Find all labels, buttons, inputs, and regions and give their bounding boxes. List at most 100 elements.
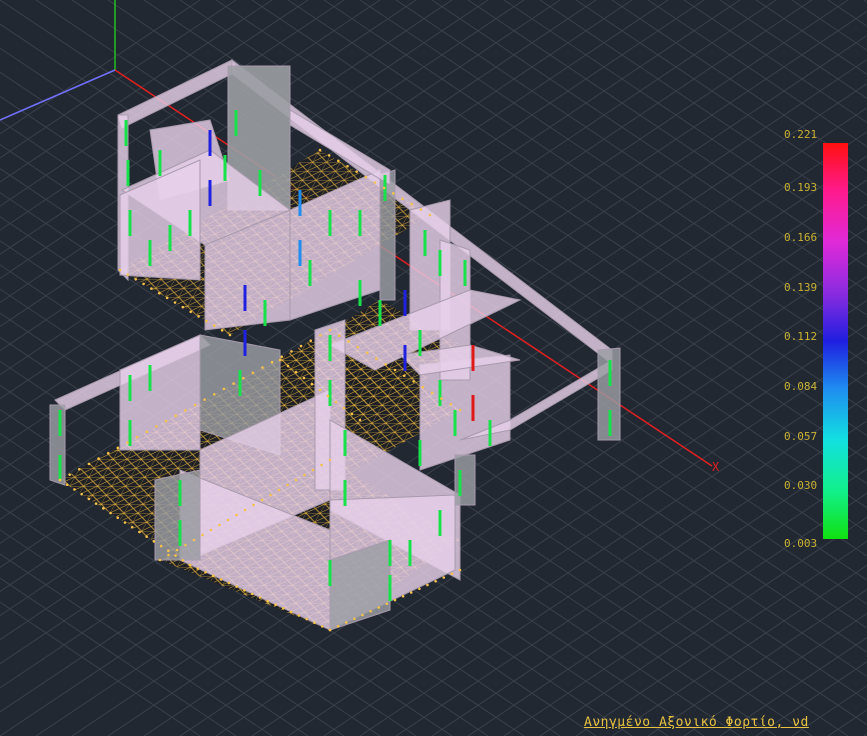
mesh-node — [77, 467, 81, 471]
mesh-node — [196, 567, 200, 570]
legend-label-0: 0.221 — [784, 128, 818, 141]
mesh-node — [205, 319, 208, 323]
mesh-node — [252, 503, 255, 507]
mesh-node — [181, 305, 185, 309]
mesh-node — [434, 579, 437, 583]
mesh-node — [220, 329, 224, 332]
mesh-node — [412, 380, 415, 383]
legend-label-7: 0.030 — [784, 479, 818, 492]
mesh-node — [87, 462, 91, 466]
result-caption: Ανηγμένο Αξονικό Φορτίο, νd — [584, 715, 809, 730]
mesh-node — [458, 568, 462, 572]
mesh-node — [138, 530, 141, 534]
mesh-node — [346, 164, 349, 168]
mesh-node — [218, 523, 221, 527]
mesh-node — [145, 430, 149, 434]
mesh-node — [337, 159, 340, 163]
mesh-node — [430, 391, 434, 395]
mesh-node — [142, 282, 145, 286]
mesh-node — [212, 392, 216, 396]
mesh-node — [385, 602, 389, 606]
legend-label-8: 0.003 — [784, 537, 818, 550]
mesh-node — [458, 408, 462, 412]
x-axis-label: X — [712, 460, 720, 474]
mesh-node — [106, 451, 110, 455]
mesh-node — [344, 621, 348, 624]
mesh-node — [269, 493, 272, 497]
mesh-node — [274, 603, 277, 607]
mesh-node — [65, 483, 69, 487]
mesh-node — [109, 511, 112, 515]
mesh-node — [261, 366, 264, 369]
mesh-node — [164, 419, 168, 423]
mesh-node — [297, 614, 301, 617]
mesh-node — [201, 533, 204, 537]
mesh-node — [327, 154, 331, 157]
mesh-node — [152, 540, 156, 543]
mesh-node — [158, 558, 162, 562]
mesh-node — [401, 594, 405, 598]
mesh-node — [188, 563, 192, 567]
mesh-node — [87, 497, 91, 501]
mesh-node — [235, 585, 238, 588]
mesh-node — [418, 587, 421, 591]
legend-label-6: 0.057 — [784, 430, 818, 443]
mesh-node — [243, 588, 246, 592]
mesh-node — [126, 273, 130, 276]
mesh-node — [203, 398, 206, 401]
mesh-node — [260, 498, 264, 502]
mesh-node — [68, 473, 71, 476]
mesh-node — [173, 301, 177, 304]
mesh-node — [282, 607, 285, 610]
model-viewport[interactable] — [0, 0, 867, 736]
mesh-node — [313, 621, 316, 625]
mesh-node — [277, 488, 281, 492]
mesh-node — [123, 521, 127, 524]
mesh-node — [280, 355, 284, 359]
mesh-node — [318, 388, 322, 392]
mesh-node — [361, 613, 364, 617]
mesh-node — [358, 418, 362, 422]
mesh-node — [165, 296, 169, 300]
mesh-node — [278, 358, 282, 362]
mesh-node — [369, 609, 372, 613]
mesh-node — [174, 554, 177, 557]
mesh-node — [157, 291, 161, 295]
mesh-node — [126, 441, 129, 444]
mesh-node — [450, 572, 454, 576]
mesh-node — [73, 488, 76, 491]
mesh-node — [219, 578, 223, 581]
mesh-node — [377, 606, 381, 609]
mesh-node — [426, 583, 429, 587]
mesh-node — [94, 502, 98, 505]
mesh-node — [302, 376, 306, 380]
mesh-node — [310, 382, 314, 386]
legend-label-2: 0.166 — [784, 231, 818, 244]
mesh-node — [167, 553, 170, 557]
mesh-node — [286, 483, 289, 487]
mesh-node — [365, 351, 369, 355]
mesh-node — [364, 175, 368, 179]
mesh-node — [228, 333, 232, 337]
color-scale-bar — [823, 143, 848, 539]
mesh-node — [251, 371, 255, 375]
mesh-node — [209, 528, 213, 532]
mesh-node — [326, 394, 330, 398]
mesh-node — [235, 513, 238, 517]
mesh-node — [318, 148, 322, 152]
mesh-node — [212, 324, 216, 328]
mesh-node — [440, 397, 443, 400]
mesh-node — [243, 508, 247, 512]
mesh-node — [97, 457, 100, 460]
mesh-node — [250, 592, 254, 596]
mesh-node — [299, 344, 303, 348]
mesh-node — [409, 591, 413, 594]
mesh-node — [449, 402, 453, 406]
mesh-node — [294, 370, 298, 374]
mesh-node — [232, 382, 235, 385]
mesh-node — [356, 345, 360, 349]
mesh-node — [134, 277, 138, 281]
mesh-node — [421, 385, 425, 389]
mesh-node — [150, 287, 153, 290]
mesh-node — [320, 625, 324, 628]
